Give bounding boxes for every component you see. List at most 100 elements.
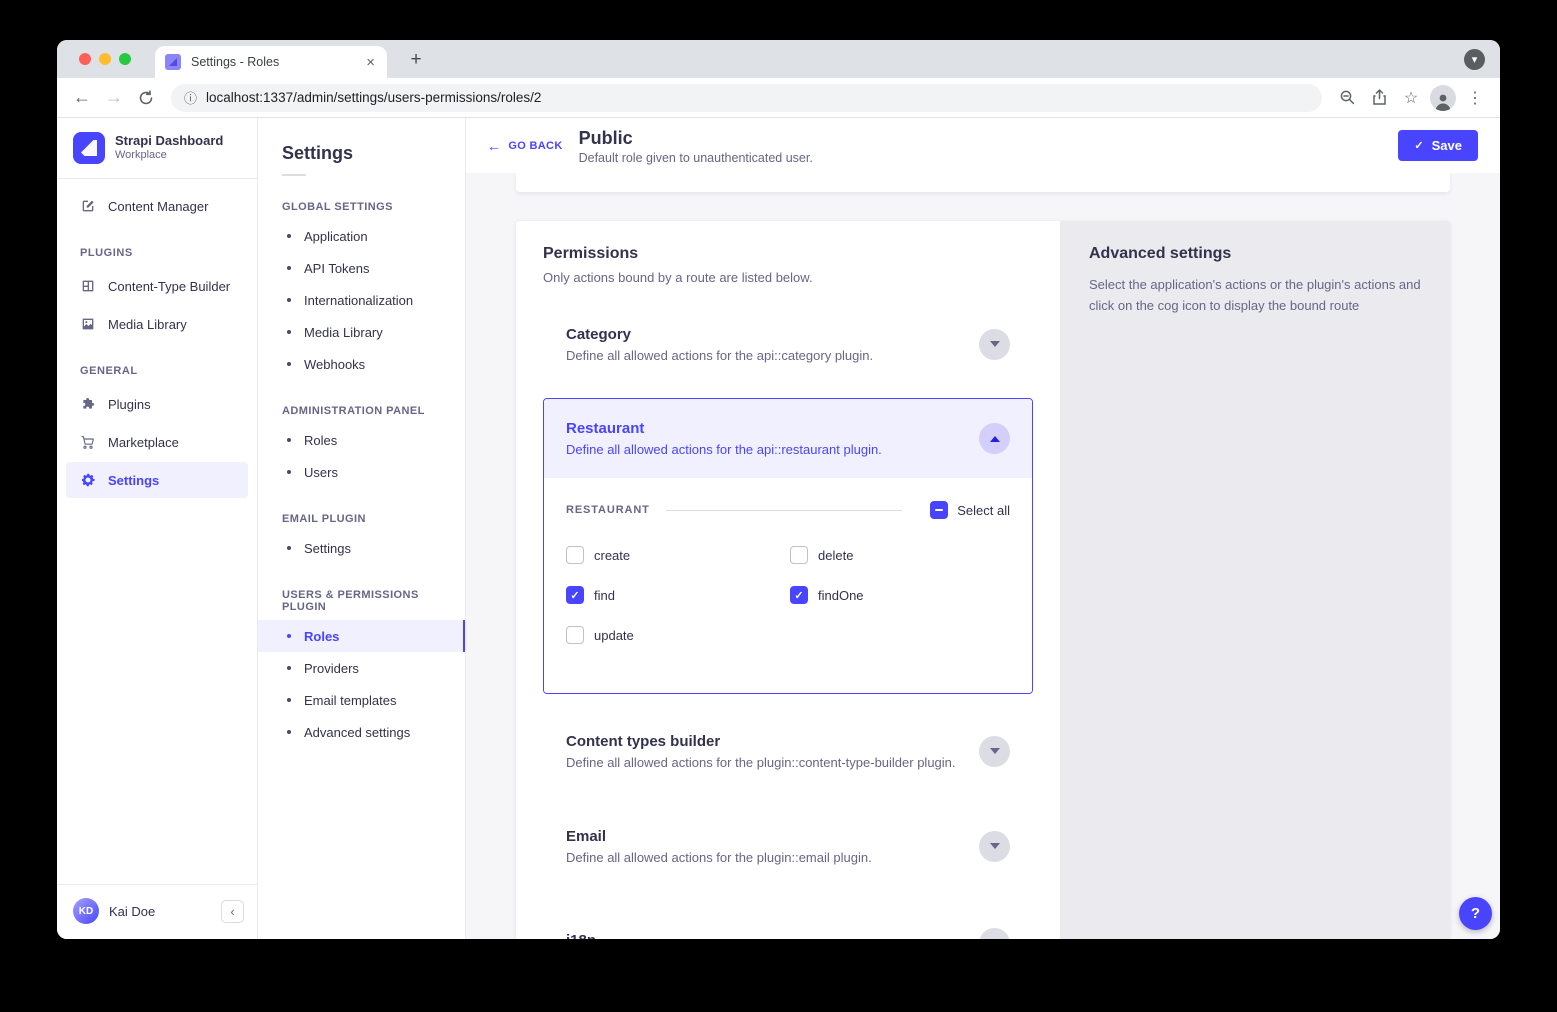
forward-button[interactable]: → (99, 83, 129, 113)
help-button[interactable]: ? (1459, 897, 1492, 930)
permissions-panel: Permissions Only actions bound by a rout… (516, 221, 1060, 939)
subnav-item-advanced-settings[interactable]: Advanced settings (258, 716, 465, 748)
sidebar-item-settings[interactable]: Settings (66, 462, 248, 498)
permission-delete[interactable]: delete (790, 546, 1010, 564)
select-all-control[interactable]: Select all (930, 501, 1010, 519)
expand-category-button[interactable] (979, 329, 1010, 360)
strapi-app: Strapi Dashboard Workplace Content Manag… (57, 118, 1500, 939)
subnav-item-label: Settings (304, 541, 351, 556)
bookmark-star-button[interactable]: ☆ (1396, 83, 1426, 113)
subnav-item-label: Application (304, 229, 368, 244)
person-icon (1433, 91, 1453, 111)
subnav-item-admin-users[interactable]: Users (258, 456, 465, 488)
user-name: Kai Doe (109, 904, 211, 919)
minimize-window-button[interactable] (99, 53, 111, 65)
sidebar-item-label: Media Library (108, 317, 187, 332)
subnav-section-email-plugin: EMAIL PLUGIN (258, 488, 465, 532)
go-back-label: GO BACK (508, 140, 562, 152)
select-all-checkbox-indeterminate[interactable] (930, 501, 948, 519)
accordion-description: Define all allowed actions for the api::… (566, 348, 873, 363)
checkbox-unchecked[interactable] (790, 546, 808, 564)
expand-email-button[interactable] (979, 831, 1010, 862)
sidebar-item-plugins[interactable]: Plugins (66, 386, 248, 422)
share-button[interactable] (1364, 83, 1394, 113)
subnav-item-label: Webhooks (304, 357, 365, 372)
checkbox-checked[interactable]: ✓ (566, 586, 584, 604)
browser-tab[interactable]: Settings - Roles × (155, 46, 387, 78)
accordion-restaurant-expanded: Restaurant Define all allowed actions fo… (543, 398, 1033, 694)
check-icon: ✓ (1414, 139, 1423, 152)
go-back-link[interactable]: ← GO BACK (487, 139, 563, 153)
sidebar-item-content-manager[interactable]: Content Manager (66, 188, 248, 224)
sidebar-section-plugins: PLUGINS (57, 225, 257, 267)
subnav-item-up-roles[interactable]: Roles (258, 620, 465, 652)
subnav-item-label: Roles (304, 629, 339, 644)
window-controls (79, 53, 131, 65)
brand-block[interactable]: Strapi Dashboard Workplace (57, 118, 257, 176)
back-button[interactable]: ← (67, 83, 97, 113)
close-window-button[interactable] (79, 53, 91, 65)
expand-content-types-builder-button[interactable] (979, 736, 1010, 767)
checkbox-label: update (594, 628, 634, 643)
main-sidebar: Strapi Dashboard Workplace Content Manag… (57, 118, 258, 939)
collapse-sidebar-button[interactable]: ‹ (221, 900, 244, 923)
user-avatar[interactable]: KD (73, 898, 99, 924)
subnav-item-application[interactable]: Application (258, 220, 465, 252)
checkbox-unchecked[interactable] (566, 626, 584, 644)
permission-update[interactable]: update (566, 626, 790, 644)
accordion-i18n[interactable]: i18n (543, 918, 1033, 939)
permission-create[interactable]: create (566, 546, 790, 564)
permissions-card: Permissions Only actions bound by a rout… (516, 221, 1450, 939)
checkbox-checked[interactable]: ✓ (790, 586, 808, 604)
accordion-description: Define all allowed actions for the plugi… (566, 755, 956, 770)
accordion-list: Category Define all allowed actions for … (543, 319, 1033, 939)
subnav-item-email-settings[interactable]: Settings (258, 532, 465, 564)
subnav-item-label: Email templates (304, 693, 396, 708)
save-button[interactable]: ✓ Save (1398, 130, 1478, 161)
accordion-content-types-builder[interactable]: Content types builder Define all allowed… (543, 726, 1033, 776)
subnav-item-api-tokens[interactable]: API Tokens (258, 252, 465, 284)
accordion-email[interactable]: Email Define all allowed actions for the… (543, 821, 1033, 871)
reload-button[interactable] (131, 83, 161, 113)
subnav-item-email-templates[interactable]: Email templates (258, 684, 465, 716)
subnav-item-webhooks[interactable]: Webhooks (258, 348, 465, 380)
zoom-out-button[interactable] (1332, 83, 1362, 113)
browser-menu-button[interactable]: ⋮ (1460, 83, 1490, 113)
main-content: ← GO BACK Public Default role given to u… (466, 118, 1500, 939)
subnav-item-label: Providers (304, 661, 359, 676)
chrome-downloads-caret-icon[interactable]: ▾ (1464, 49, 1485, 70)
new-tab-button[interactable]: + (403, 47, 429, 73)
subnav-item-providers[interactable]: Providers (258, 652, 465, 684)
accordion-restaurant-header[interactable]: Restaurant Define all allowed actions fo… (544, 399, 1032, 478)
chevron-down-icon (990, 843, 1000, 849)
checkbox-unchecked[interactable] (566, 546, 584, 564)
sidebar-divider (57, 178, 257, 179)
subnav-item-media-library[interactable]: Media Library (258, 316, 465, 348)
permission-findOne[interactable]: ✓ findOne (790, 586, 1010, 604)
collapse-restaurant-button[interactable] (979, 423, 1010, 454)
expand-i18n-button[interactable] (979, 928, 1010, 940)
sidebar-item-content-type-builder[interactable]: Content-Type Builder (66, 268, 248, 304)
subnav-item-label: Internationalization (304, 293, 413, 308)
maximize-window-button[interactable] (119, 53, 131, 65)
sidebar-item-media-library[interactable]: Media Library (66, 306, 248, 342)
address-bar[interactable]: ⓘ localhost:1337/admin/settings/users-pe… (171, 84, 1322, 112)
sidebar-item-label: Content-Type Builder (108, 279, 230, 294)
subnav-item-admin-roles[interactable]: Roles (258, 424, 465, 456)
permission-find[interactable]: ✓ find (566, 586, 790, 604)
tab-close-icon[interactable]: × (364, 54, 377, 71)
accordion-title: i18n (566, 932, 596, 939)
bullet-icon (287, 730, 291, 734)
subnav-section-administration-panel: ADMINISTRATION PANEL (258, 380, 465, 424)
site-info-icon[interactable]: ⓘ (184, 88, 197, 107)
checkbox-label: find (594, 588, 615, 603)
content-scroll-area[interactable]: Permissions Only actions bound by a rout… (466, 173, 1500, 939)
brand-name: Strapi Dashboard (115, 133, 223, 149)
subnav-item-internationalization[interactable]: Internationalization (258, 284, 465, 316)
browser-profile-avatar[interactable] (1430, 85, 1456, 111)
accordion-category[interactable]: Category Define all allowed actions for … (543, 319, 1033, 369)
sidebar-item-marketplace[interactable]: Marketplace (66, 424, 248, 460)
url-text: localhost:1337/admin/settings/users-perm… (206, 90, 541, 105)
strapi-logo-icon (73, 132, 105, 164)
subnav-section-users-permissions-plugin: USERS & PERMISSIONS PLUGIN (258, 564, 465, 620)
